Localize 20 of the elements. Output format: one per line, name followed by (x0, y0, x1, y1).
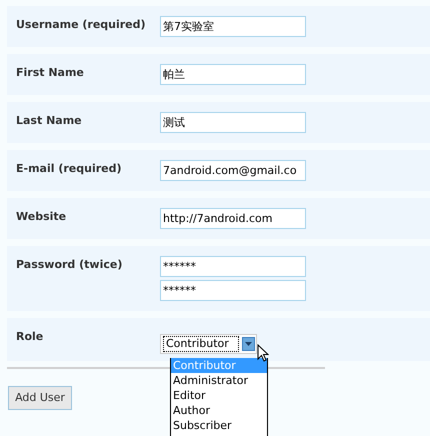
dropdown-option[interactable]: Subscriber (171, 418, 267, 433)
input-field[interactable]: 第7实验室 (160, 16, 306, 37)
input-field[interactable]: ****** (160, 280, 306, 301)
dropdown-option[interactable]: Administrator (171, 373, 267, 388)
field-label: Website (16, 209, 68, 225)
field-label: Password (twice) (16, 257, 124, 273)
input-field[interactable]: 测试 (160, 112, 306, 133)
field-label: First Name (16, 65, 85, 81)
input-field[interactable]: 帕兰 (160, 64, 306, 85)
role-select[interactable]: Contributor (160, 334, 257, 354)
field-label: Last Name (16, 113, 83, 129)
dropdown-option[interactable]: Author (171, 403, 267, 418)
field-label: E-mail (required) (16, 161, 123, 177)
input-field[interactable]: http://7android.com (160, 208, 306, 229)
dropdown-option[interactable]: Editor (171, 388, 267, 403)
field-label: Username (required) (16, 17, 147, 33)
field-label: Role (16, 329, 44, 345)
input-field[interactable]: ****** (160, 256, 306, 277)
input-field[interactable]: 7android.com@gmail.co (160, 160, 306, 181)
add-user-button[interactable]: Add User (8, 386, 72, 410)
